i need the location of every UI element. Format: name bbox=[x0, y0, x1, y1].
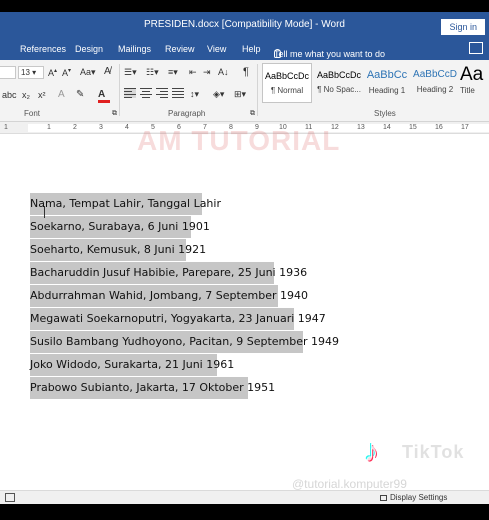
share-icon[interactable] bbox=[469, 42, 483, 54]
tab-help[interactable]: Help bbox=[242, 44, 261, 54]
align-right-icon[interactable] bbox=[156, 88, 168, 98]
font-color-swatch bbox=[98, 100, 110, 103]
title-bar: PRESIDEN.docx [Compatibility Mode] - Wor… bbox=[0, 12, 489, 38]
style-sample: Aa bbox=[460, 64, 484, 85]
change-case-icon[interactable]: Aa▾ bbox=[80, 67, 96, 78]
justify-icon[interactable] bbox=[172, 88, 184, 98]
font-size-dropdown[interactable]: 13 ▾ bbox=[18, 66, 44, 79]
tab-mailings[interactable]: Mailings bbox=[118, 44, 151, 54]
ruler-number: 1 bbox=[47, 124, 51, 131]
clear-formatting-icon[interactable]: A̸ bbox=[104, 66, 111, 77]
align-left-icon[interactable] bbox=[124, 88, 136, 98]
style-sample: AaBbCcDc bbox=[316, 70, 361, 80]
font-name-dropdown[interactable] bbox=[0, 66, 16, 79]
font-dialog-launcher-icon[interactable]: ⧉ bbox=[112, 110, 117, 118]
divider bbox=[119, 64, 120, 116]
paragraph-group-label: Paragraph bbox=[168, 109, 206, 118]
document-line[interactable]: Nama, Tempat Lahir, Tanggal Lahir bbox=[30, 193, 221, 215]
font-size-value: 13 bbox=[21, 68, 30, 77]
style-name: Heading 1 bbox=[368, 86, 406, 95]
style-normal[interactable]: AaBbCcDc ¶ Normal bbox=[262, 63, 312, 103]
font-color-icon: A bbox=[98, 89, 106, 100]
ribbon-tabs: References Design Mailings Review View H… bbox=[0, 38, 489, 60]
font-color-button[interactable]: A bbox=[98, 89, 110, 103]
sort-icon[interactable]: A↓ bbox=[218, 67, 229, 77]
window-title: PRESIDEN.docx [Compatibility Mode] - Wor… bbox=[144, 19, 345, 30]
proofing-icon[interactable] bbox=[5, 493, 15, 502]
grow-font-icon[interactable]: A▴ bbox=[48, 67, 57, 78]
bullets-icon[interactable]: ☰▾ bbox=[124, 67, 137, 78]
text-effects-icon[interactable]: A bbox=[58, 89, 65, 100]
tell-me-text: Tell me what you want to do bbox=[274, 49, 386, 59]
document-line[interactable]: Soekarno, Surabaya, 6 Juni 1901 bbox=[30, 216, 210, 238]
font-group-label: Font bbox=[24, 109, 41, 118]
document-line[interactable]: Prabowo Subianto, Jakarta, 17 Oktober 19… bbox=[30, 377, 275, 399]
tiktok-brand: TikTok bbox=[402, 442, 465, 462]
ribbon-home: 13 ▾ A▴ A▾ Aa▾ A̸ abc x₂ x² A ✎ A Font ⧉… bbox=[0, 60, 489, 122]
style-sample: AaBbCcDc bbox=[264, 71, 309, 81]
numbering-icon[interactable]: ☷▾ bbox=[146, 67, 159, 78]
shading-icon[interactable]: ◈▾ bbox=[213, 89, 224, 100]
ruler-number: 16 bbox=[435, 124, 443, 131]
ruler-number: 3 bbox=[99, 124, 103, 131]
superscript-icon[interactable]: x² bbox=[38, 90, 46, 100]
ruler-number: 1 bbox=[4, 124, 8, 131]
tab-design[interactable]: Design bbox=[75, 44, 103, 54]
shrink-font-icon[interactable]: A▾ bbox=[62, 67, 71, 78]
styles-group-label: Styles bbox=[374, 109, 396, 118]
line-spacing-icon[interactable]: ↕▾ bbox=[190, 89, 199, 100]
style-no-spacing[interactable]: AaBbCcDc ¶ No Spac... bbox=[314, 63, 364, 103]
channel-watermark: AM TUTORIAL bbox=[137, 125, 341, 156]
ruler-number: 17 bbox=[461, 124, 469, 131]
text-cursor-icon bbox=[44, 206, 45, 218]
ruler-number: 2 bbox=[73, 124, 77, 131]
chevron-down-icon: ▾ bbox=[32, 68, 37, 77]
document-line[interactable]: Joko Widodo, Surakarta, 21 Juni 1961 bbox=[30, 354, 234, 376]
style-heading-2[interactable]: AaBbCcD Heading 2 bbox=[410, 63, 460, 103]
document-line[interactable]: Susilo Bambang Yudhoyono, Pacitan, 9 Sep… bbox=[30, 331, 339, 353]
highlight-icon[interactable]: ✎ bbox=[76, 89, 84, 100]
tab-references[interactable]: References bbox=[20, 44, 66, 54]
status-bar: Display Settings bbox=[0, 490, 489, 504]
style-title[interactable]: Aa Title bbox=[460, 63, 489, 103]
document-line[interactable]: Soeharto, Kemusuk, 8 Juni 1921 bbox=[30, 239, 206, 261]
subscript-icon[interactable]: x₂ bbox=[22, 90, 30, 100]
style-heading-1[interactable]: AaBbCc Heading 1 bbox=[362, 63, 412, 103]
show-marks-icon[interactable]: ¶ bbox=[243, 66, 249, 78]
document-page[interactable]: AM TUTORIAL Nama, Tempat Lahir, Tanggal … bbox=[0, 125, 489, 491]
decrease-indent-icon[interactable]: ⇤ bbox=[189, 67, 197, 78]
borders-icon[interactable]: ⊞▾ bbox=[234, 89, 246, 100]
tab-review[interactable]: Review bbox=[165, 44, 195, 54]
ruler-number: 13 bbox=[357, 124, 365, 131]
multilevel-list-icon[interactable]: ≡▾ bbox=[168, 67, 178, 78]
style-name: ¶ No Spac... bbox=[317, 85, 361, 94]
style-name: Heading 2 bbox=[416, 85, 454, 94]
divider bbox=[257, 64, 258, 116]
display-settings-label: Display Settings bbox=[390, 493, 448, 502]
tiktok-logo-icon: ♪ bbox=[364, 435, 379, 468]
document-line[interactable]: Megawati Soekarnoputri, Yogyakarta, 23 J… bbox=[30, 308, 326, 330]
bottom-letterbox bbox=[0, 504, 489, 520]
display-icon bbox=[380, 495, 387, 501]
tab-view[interactable]: View bbox=[207, 44, 226, 54]
ruler-number: 4 bbox=[125, 124, 129, 131]
display-settings-button[interactable]: Display Settings bbox=[380, 493, 447, 502]
word-window: PRESIDEN.docx [Compatibility Mode] - Wor… bbox=[0, 0, 489, 520]
ruler-number: 15 bbox=[409, 124, 417, 131]
style-name: ¶ Normal bbox=[270, 86, 304, 95]
style-sample: AaBbCcD bbox=[413, 69, 457, 80]
sign-in-button[interactable]: Sign in bbox=[441, 19, 485, 35]
styles-gallery: AaBbCcDc ¶ Normal AaBbCcDc ¶ No Spac... … bbox=[260, 63, 489, 105]
style-sample: AaBbCc bbox=[366, 69, 408, 81]
top-letterbox bbox=[0, 0, 489, 12]
paragraph-dialog-launcher-icon[interactable]: ⧉ bbox=[250, 110, 255, 118]
increase-indent-icon[interactable]: ⇥ bbox=[203, 67, 211, 78]
document-line[interactable]: Abdurrahman Wahid, Jombang, 7 September … bbox=[30, 285, 308, 307]
style-name: Title bbox=[460, 86, 475, 95]
ruler-number: 14 bbox=[383, 124, 391, 131]
document-line[interactable]: Bacharuddin Jusuf Habibie, Parepare, 25 … bbox=[30, 262, 307, 284]
align-center-icon[interactable] bbox=[140, 88, 152, 98]
strikethrough-icon[interactable]: abc bbox=[2, 90, 17, 100]
tiktok-handle: @tutorial.komputer99 bbox=[292, 477, 407, 491]
